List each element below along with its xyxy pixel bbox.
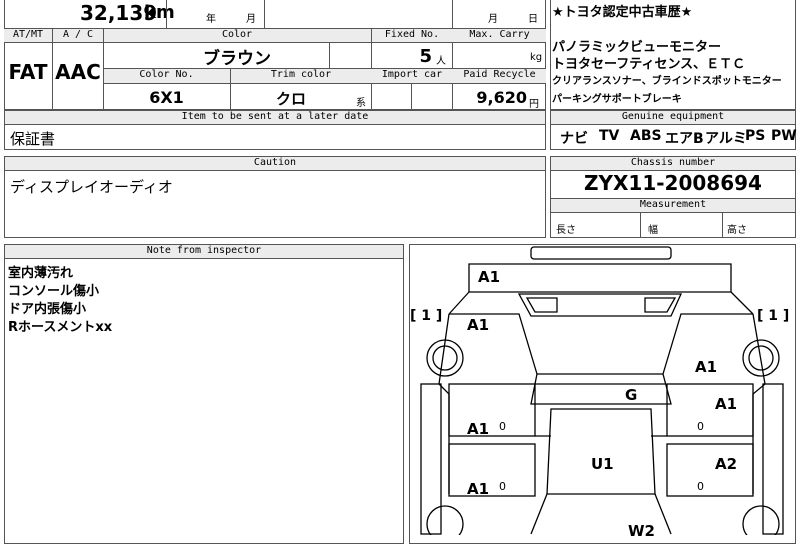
mark-rear: W2 (628, 522, 655, 540)
inspector-header: Note from inspector (146, 245, 262, 256)
trim-color-header: Trim color (270, 69, 332, 80)
trim-color-value: クロ (275, 90, 306, 108)
chassis-number: ZYX11-2008694 (584, 171, 762, 195)
remark-line-3: トヨタセーフティセンス、ＥＴＣ (552, 57, 746, 72)
transmission-value: FAT (8, 60, 48, 84)
remark-line-4: クリアランスソナー、ブラインドスポットモニター (552, 76, 782, 87)
mileage-value: 32,139 (80, 1, 158, 25)
measurement-height: 高さ (727, 225, 747, 236)
caution-header: Caution (253, 157, 297, 168)
equipment-tv: TV (599, 128, 620, 144)
mini-right-2: 0 (697, 480, 704, 493)
equipment-alumi: アルミ (705, 131, 747, 147)
equipment-ps: PS (745, 128, 766, 144)
inspector-note-1: 室内薄汚れ (8, 266, 74, 281)
import-car-header: Import car (381, 69, 443, 80)
measurement-header: Measurement (639, 199, 707, 210)
ac-header: A / C (62, 29, 94, 40)
fixed-no-header: Fixed No. (384, 29, 440, 40)
later-items-header: Item to be sent at a later date (181, 111, 369, 122)
recycle-unit: 円 (529, 99, 539, 110)
mark-roof: U1 (591, 455, 614, 473)
caution-value: ディスプレイオーディオ (10, 178, 173, 196)
remark-line-1: ★トヨタ認定中古車歴★ (552, 5, 693, 20)
equipment-pw: PW (771, 128, 797, 144)
mini-left-2: 0 (499, 480, 506, 493)
trim-color-suffix: 系 (356, 98, 366, 109)
month-label: 月 (246, 14, 256, 25)
mark-roof-front: A1 (478, 268, 501, 286)
mark-right-door-front: A1 (715, 395, 738, 413)
color-value: ブラウン (203, 49, 271, 69)
paid-recycle-header: Paid Recycle (463, 69, 536, 80)
mileage-unit: km (144, 2, 175, 23)
max-carry-unit: kg (530, 52, 543, 63)
later-items-value: 保証書 (10, 130, 56, 148)
mark-left-door-rear: A1 (467, 480, 490, 498)
equipment-navi: ナビ (560, 131, 588, 147)
mark-right-door-rear: A2 (715, 455, 738, 473)
mark-hood: G (625, 386, 638, 404)
measurement-length: 長さ (556, 225, 576, 236)
mark-left-fender: A1 (467, 316, 490, 334)
fixed-no-value: 5 (419, 46, 432, 67)
atmt-header: AT/MT (12, 29, 44, 40)
remark-line-5: パーキングサポートブレーキ (552, 94, 682, 105)
equipment-abs: ABS (630, 128, 662, 144)
mini-left-1: 0 (499, 420, 506, 433)
equipment-header: Genuine equipment (621, 111, 725, 122)
month-label-2: 月 (488, 14, 498, 25)
bracket-right: [ 1 ] (757, 308, 790, 324)
color-no-header: Color No. (139, 69, 194, 80)
fixed-no-unit: 人 (436, 56, 446, 67)
measurement-width: 幅 (648, 225, 658, 236)
mini-right-1: 0 (697, 420, 704, 433)
inspector-note-2: コンソール傷小 (8, 284, 100, 299)
chassis-header: Chassis number (630, 157, 716, 168)
bracket-left: [ 1 ] (410, 308, 443, 324)
max-carry-header: Max. Carry (469, 29, 530, 40)
equipment-airbag: エアB (665, 131, 704, 147)
inspector-note-3: ドア内張傷小 (8, 302, 87, 317)
year-label: 年 (206, 14, 216, 25)
mark-right-fender: A1 (695, 358, 718, 376)
day-label: 日 (528, 14, 538, 25)
color-no-value: 6X1 (149, 88, 184, 107)
aircon-value: AAC (55, 60, 101, 84)
inspector-note-4: Rホースメントxx (8, 320, 113, 335)
mark-left-door-front: A1 (467, 420, 490, 438)
recycle-value: 9,620 (476, 88, 527, 107)
color-header: Color (221, 29, 253, 40)
